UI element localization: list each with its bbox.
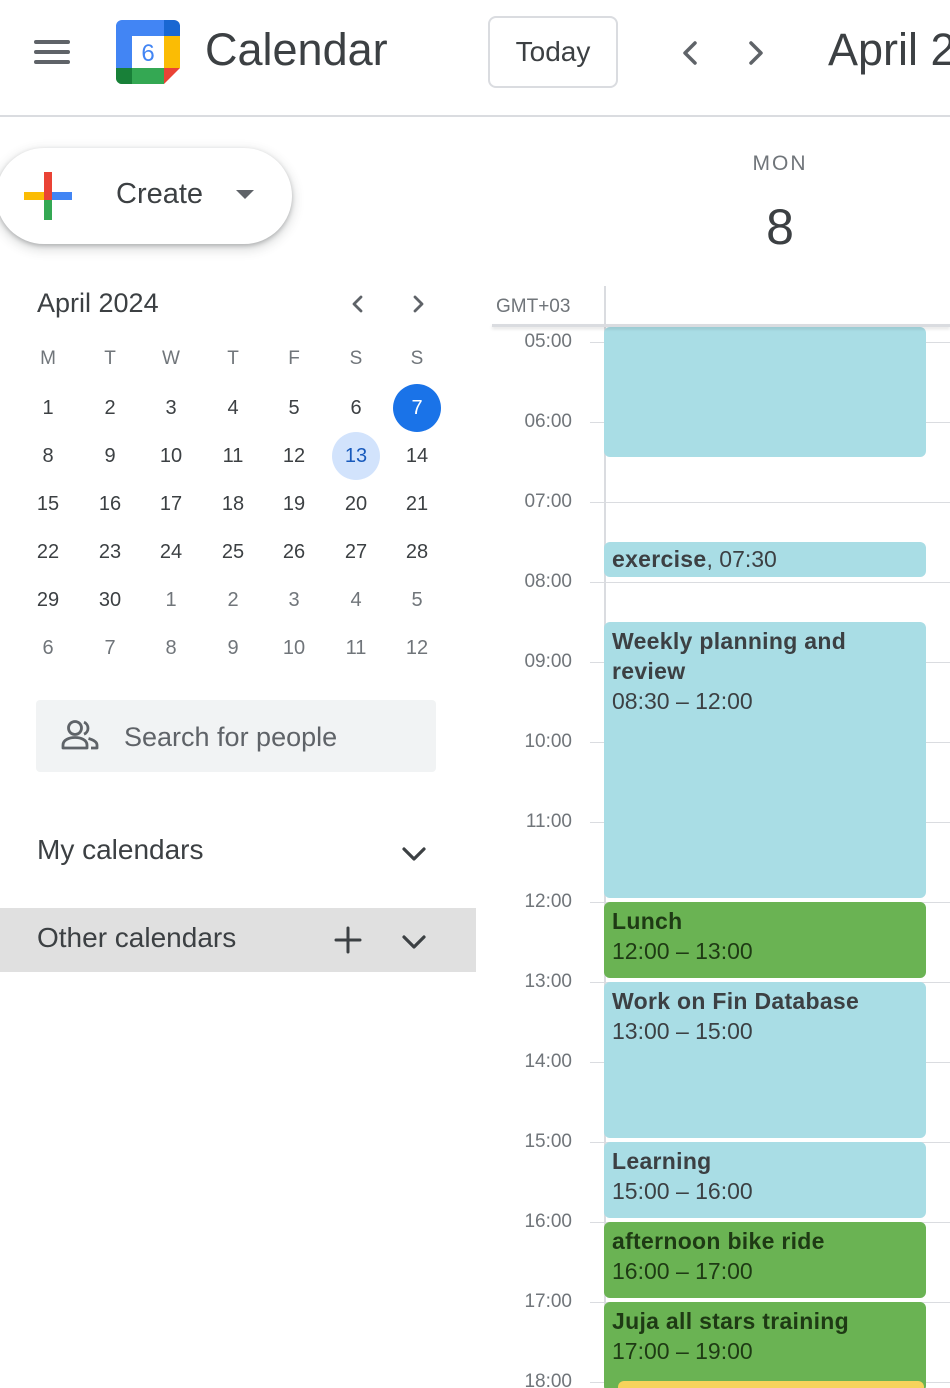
hour-label: 17:00: [524, 1291, 572, 1312]
hour-label: 09:00: [524, 651, 572, 672]
hour-label: 12:00: [524, 891, 572, 912]
top-bar: 6 Calendar Today April 2: [0, 0, 950, 117]
event-title: afternoon bike ride: [612, 1228, 825, 1254]
hour-label: 16:00: [524, 1211, 572, 1232]
event-time: 16:00 – 17:00: [612, 1258, 753, 1284]
event-time: 12:00 – 13:00: [612, 938, 753, 964]
hour-label: 10:00: [524, 731, 572, 752]
event-title: Learning: [612, 1148, 712, 1174]
event-title: Lunch: [612, 908, 683, 934]
hour-label: 07:00: [524, 491, 572, 512]
hour-label: 08:00: [524, 571, 572, 592]
event-time: 08:30 – 12:00: [612, 688, 753, 714]
chevron-left-icon: [352, 295, 363, 313]
event-block[interactable]: Lunch 12:00 – 13:00: [604, 902, 926, 978]
day-time-grid[interactable]: 18:00 17:00 16:00 15:00 14:00 13:00 12:00 11:00…: [0, 327, 950, 1388]
app-title: Calendar: [205, 24, 388, 75]
previous-period-button[interactable]: [672, 34, 710, 72]
event-block[interactable]: Weekly planning and review 08:30 – 12:00: [604, 622, 926, 898]
header-divider: [604, 286, 606, 326]
event-time: 13:00 – 15:00: [612, 1018, 753, 1044]
event-time: , 07:30: [706, 546, 777, 572]
event-time: 15:00 – 16:00: [612, 1178, 753, 1204]
plus-multicolor-icon: [24, 172, 72, 220]
hour-label: 15:00: [524, 1131, 572, 1152]
today-button[interactable]: Today: [488, 16, 618, 88]
event-block[interactable]: exercise, 07:30: [604, 542, 926, 577]
hour-gridline: [590, 502, 950, 503]
hour-label: 13:00: [524, 971, 572, 992]
timezone-label: GMT+03: [496, 296, 571, 317]
hour-label: 05:00: [524, 331, 572, 352]
hour-label: 06:00: [524, 411, 572, 432]
hour-label: 14:00: [524, 1051, 572, 1072]
event-title: Work on Fin Database: [612, 988, 860, 1014]
chevron-right-icon: [749, 41, 763, 65]
mini-calendar-title: April 2024: [37, 288, 159, 318]
hour-gridline: [590, 582, 950, 583]
hour-label: 11:00: [525, 811, 572, 832]
create-button[interactable]: Create: [0, 148, 292, 244]
event-block[interactable]: Work on Fin Database 13:00 – 15:00: [604, 982, 926, 1138]
event-block[interactable]: Juja all stars training 17:00 – 19:00: [604, 1302, 926, 1388]
calendar-logo-icon[interactable]: 6: [116, 20, 180, 84]
event-block[interactable]: afternoon bike ride 16:00 – 17:00: [604, 1222, 926, 1298]
event-title: Juja all stars training: [612, 1308, 849, 1334]
chevron-left-icon: [683, 41, 697, 65]
day-column-date[interactable]: 8: [730, 198, 830, 256]
menu-icon-bar: [34, 50, 70, 54]
event-time: 17:00 – 19:00: [612, 1338, 753, 1364]
current-period-title: April 2: [828, 24, 950, 75]
logo-day-number: 6: [141, 40, 154, 67]
create-label: Create: [116, 178, 204, 210]
next-period-button[interactable]: [736, 34, 774, 72]
event-title: Weekly planning and review: [612, 628, 847, 684]
caret-down-icon[interactable]: [236, 190, 254, 199]
menu-icon-bar: [34, 40, 70, 44]
grid-top-border: [492, 324, 950, 327]
event-block[interactable]: [618, 1381, 924, 1388]
mini-calendar-prev-button[interactable]: [344, 290, 372, 318]
hour-label: 18:00: [524, 1371, 572, 1388]
chevron-right-icon: [413, 295, 424, 313]
main-menu-button[interactable]: [30, 38, 74, 68]
mini-calendar-next-button[interactable]: [404, 290, 432, 318]
menu-icon-bar: [34, 60, 70, 64]
event-title: exercise: [612, 546, 707, 572]
event-block[interactable]: [604, 327, 926, 457]
day-column-weekday: MON: [752, 152, 808, 175]
event-block[interactable]: Learning 15:00 – 16:00: [604, 1142, 926, 1218]
